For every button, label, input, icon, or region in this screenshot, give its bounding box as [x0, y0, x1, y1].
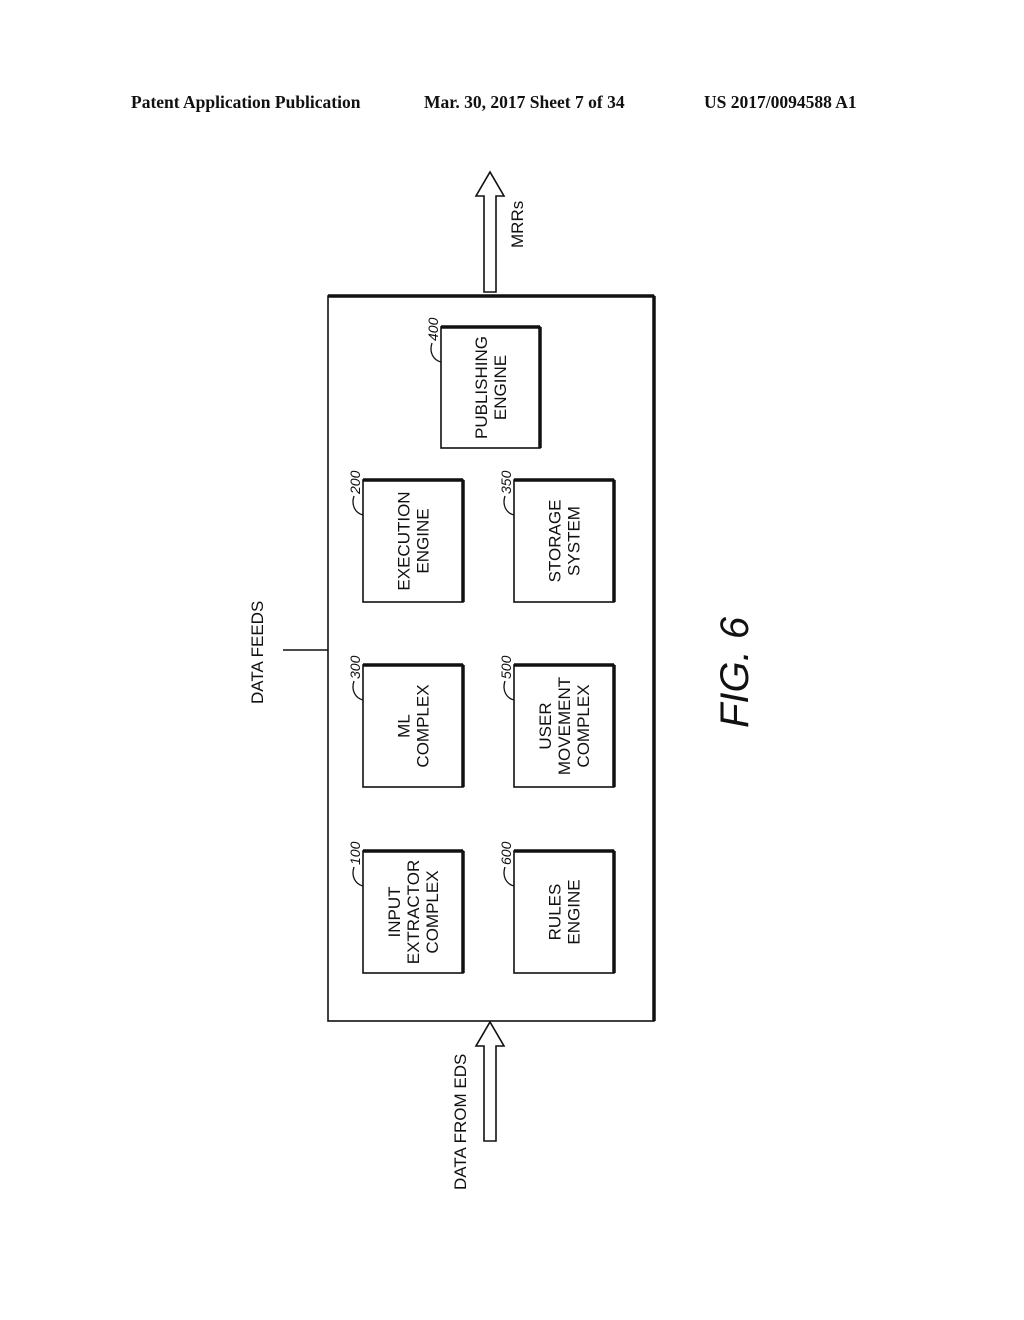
- figure-label: FIG. 6: [713, 616, 757, 728]
- block-ml: 300 ML COMPLEX: [347, 655, 465, 788]
- block-label-line: ENGINE: [414, 508, 433, 573]
- figure-diagram: MRRs DATA FEEDS DATA FROM EDS 400 PUBLISH…: [248, 170, 757, 1190]
- block-publishing: 400 PUBLISHING ENGINE: [425, 317, 542, 449]
- ref-numeral: 350: [498, 470, 514, 494]
- ref-numeral: 400: [425, 317, 441, 341]
- block-label-line: ML: [395, 714, 414, 738]
- block-user-movement: 500 USER MOVEMENT COMPLEX: [498, 655, 616, 788]
- input-arrow: [474, 1020, 506, 1142]
- output-arrow: [474, 170, 506, 293]
- block-label-line: RULES: [546, 884, 565, 941]
- block-rules: 600 RULES ENGINE: [498, 841, 616, 974]
- ref-numeral: 500: [498, 655, 514, 679]
- block-label-line: ENGINE: [565, 879, 584, 944]
- block-label-line: COMPLEX: [574, 684, 593, 767]
- block-input-extractor: 100 INPUT EXTRACTOR COMPLEX: [347, 841, 465, 974]
- block-label-line: COMPLEX: [414, 684, 433, 767]
- ref-numeral: 300: [347, 655, 363, 679]
- block-label-line: STORAGE: [546, 500, 565, 583]
- block-storage: 350 STORAGE SYSTEM: [498, 470, 616, 603]
- data-feeds-label: DATA FEEDS: [248, 601, 267, 704]
- block-label-line: EXTRACTOR: [404, 860, 423, 965]
- ref-numeral: 100: [347, 841, 363, 865]
- block-label-line: COMPLEX: [423, 870, 442, 953]
- input-arrow-label: DATA FROM EDS: [451, 1054, 470, 1190]
- ref-numeral: 200: [347, 470, 363, 495]
- ref-numeral: 600: [498, 841, 514, 865]
- block-label-line: SYSTEM: [565, 506, 584, 576]
- block-label-line: USER: [536, 702, 555, 749]
- block-execution: 200 EXECUTION ENGINE: [347, 470, 465, 603]
- block-label-line: ENGINE: [491, 355, 510, 420]
- block-label-line: MOVEMENT: [555, 677, 574, 775]
- block-label-line: INPUT: [385, 887, 404, 938]
- block-label-line: EXECUTION: [395, 491, 414, 590]
- block-label-line: PUBLISHING: [472, 336, 491, 439]
- output-arrow-label: MRRs: [508, 201, 527, 248]
